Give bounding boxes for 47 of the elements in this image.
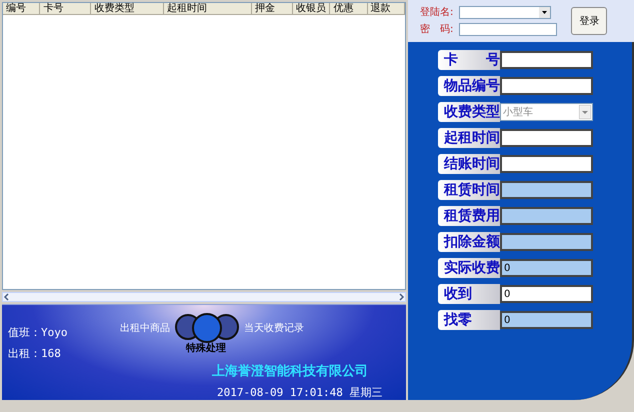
username-dropdown[interactable] [459,6,552,19]
nav-link[interactable]: 当天收费记录 [244,320,304,336]
column-header[interactable]: 优惠 [330,3,368,14]
input-field[interactable]: 0 [500,285,593,303]
column-header[interactable]: 退款 [368,3,406,14]
type-dropdown[interactable]: 小型车 [500,103,593,121]
input-field[interactable] [500,51,593,69]
duty-text: 值班：Yoyo [8,325,68,341]
datetime-text: 2017-08-09 17:01:48 星期三 [217,385,382,401]
input-field[interactable] [500,129,593,147]
field-label: 收到 [438,284,500,304]
field-label: 找零 [438,310,500,330]
column-header[interactable]: 起租时间 [164,3,252,14]
input-field[interactable]: 0 [500,311,593,329]
input-field[interactable] [500,207,593,225]
scroll-right-icon[interactable] [398,293,405,301]
login-button[interactable]: 登录 [571,7,608,35]
field-label: 扣除金额 [438,232,500,252]
nav-link[interactable]: 特殊处理 [186,341,226,356]
scroll-left-icon[interactable] [3,293,10,301]
dropdown-arrow-icon [579,105,591,119]
input-field[interactable] [500,233,593,251]
orb-buttons-icon[interactable] [174,313,240,343]
column-header[interactable]: 收银员 [293,3,330,14]
field-label: 租赁费用 [438,206,500,226]
field-label: 收费类型 [438,102,500,122]
field-label: 密 码: [420,22,454,37]
field-label: 物品编号 [438,76,500,96]
field-label: 登陆名: [420,6,454,20]
input-field[interactable] [500,181,593,199]
input-field[interactable] [500,77,593,95]
column-header[interactable]: 押金 [252,3,294,14]
field-label: 起租时间 [438,128,500,148]
horizontal-scrollbar[interactable] [2,292,406,302]
field-label: 租赁时间 [438,180,500,200]
field-label: 结账时间 [438,154,500,174]
rented-count: 出租：168 [8,346,62,362]
column-header[interactable]: 编号 [3,3,40,14]
input-field[interactable]: 0 [500,259,593,277]
password-field[interactable] [459,23,558,36]
column-header[interactable]: 收费类型 [91,3,164,14]
company-name: 上海誉澄智能科技有限公司 [212,363,368,381]
input-field[interactable] [500,155,593,173]
field-label: 实际收费 [438,258,500,278]
field-label: 卡 号 [438,50,500,70]
list-view[interactable]: 编号 卡号 收费类型 起租时间 押金 收银员 优惠 退款 [2,2,406,290]
column-header[interactable]: 卡号 [40,3,92,14]
